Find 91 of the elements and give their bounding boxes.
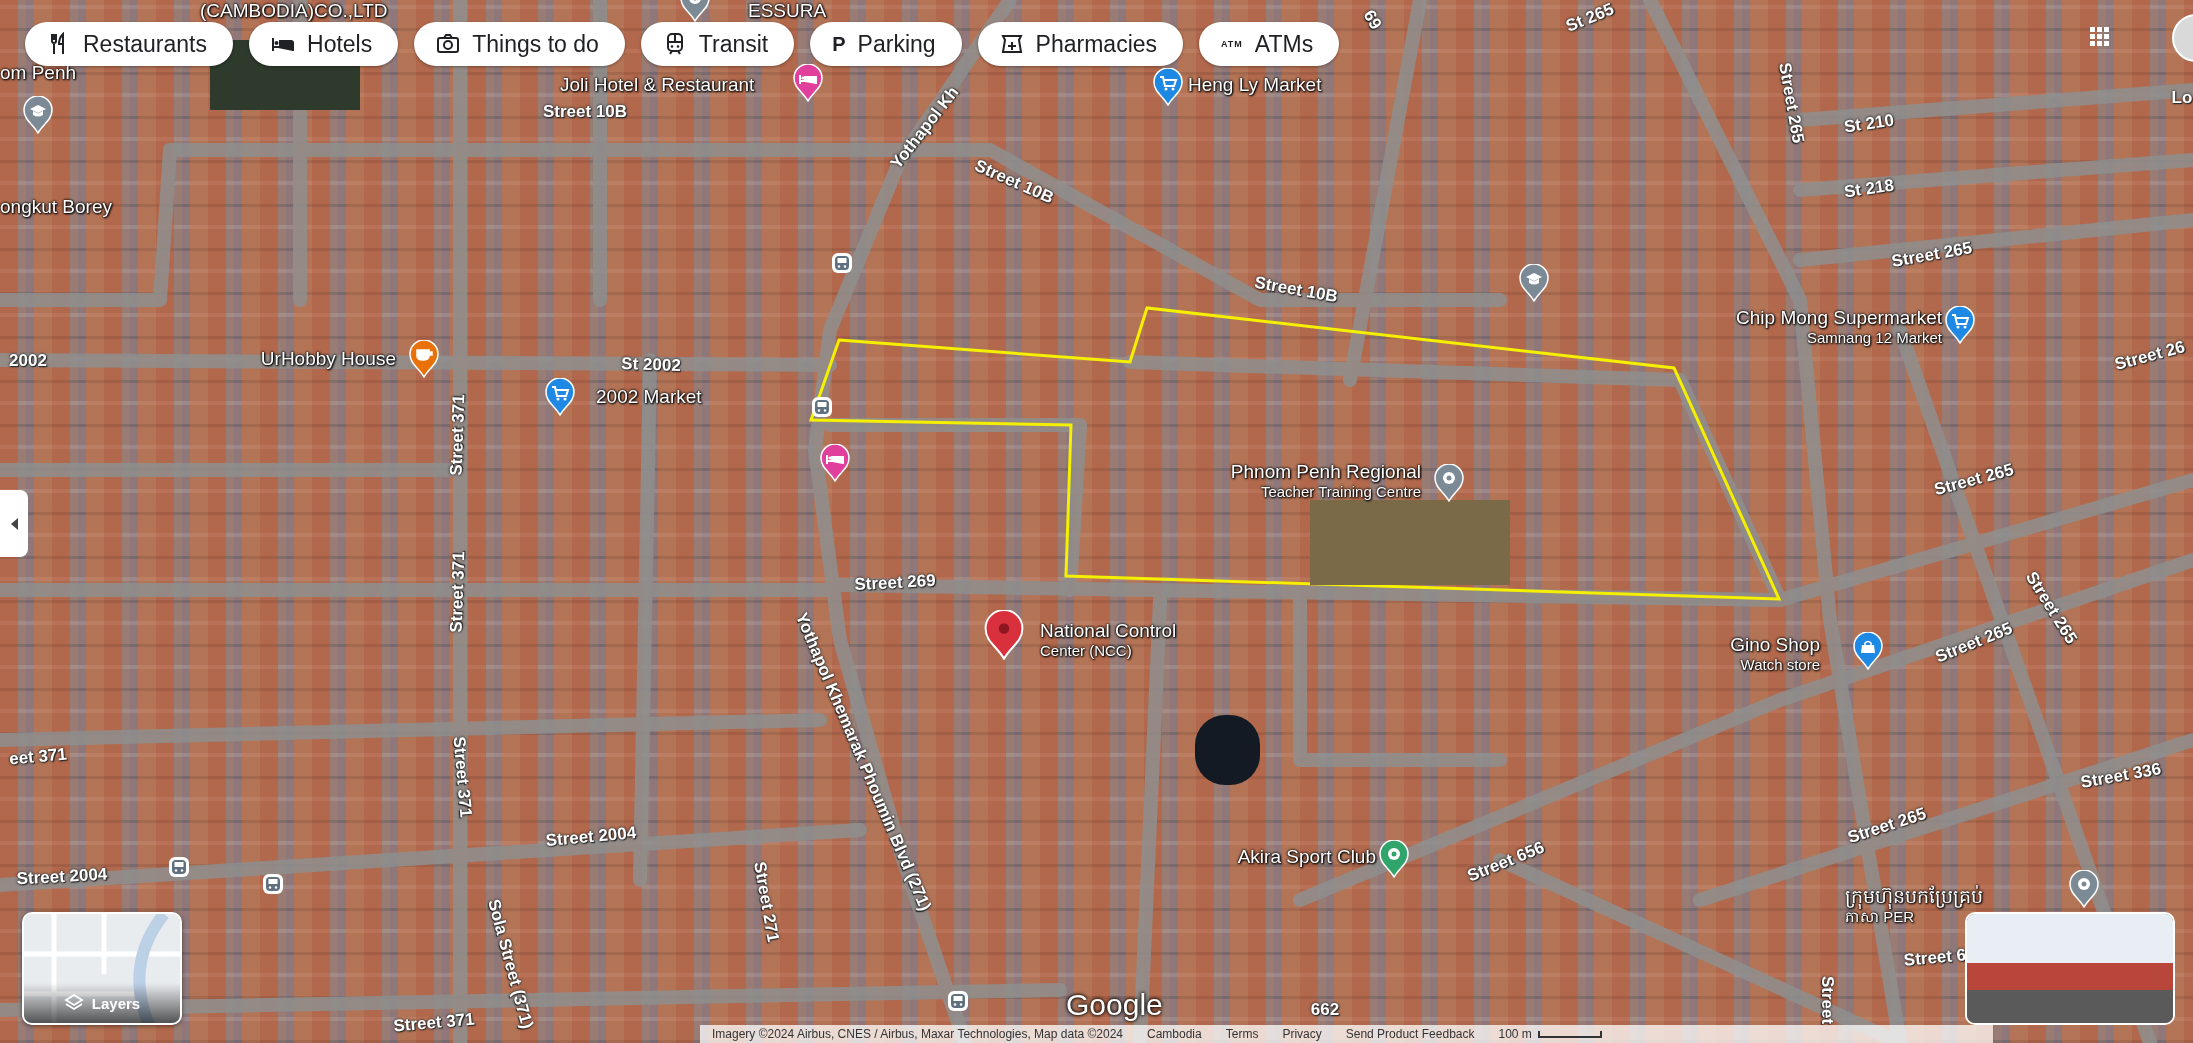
graduation-cap-pin-icon[interactable] <box>23 96 53 134</box>
street-label: St 2002 <box>620 353 682 377</box>
satellite-map-drawing[interactable] <box>0 0 2193 1043</box>
category-chip[interactable]: Restaurants <box>25 22 233 66</box>
street-label: St 265 <box>1563 0 1617 37</box>
street-label: Street 10B <box>542 102 628 122</box>
street-label: 662 <box>1310 1000 1340 1020</box>
layers-button[interactable]: Layers <box>22 912 182 1025</box>
street-label: 69 <box>1358 6 1386 34</box>
place-name[interactable]: Akira Sport Club <box>1237 846 1376 867</box>
coffee-cup-pin-icon[interactable] <box>409 340 439 378</box>
apps-grid-icon[interactable] <box>2090 27 2109 46</box>
bed-pin-icon[interactable] <box>793 64 823 102</box>
category-chip[interactable]: Hotels <box>249 22 399 66</box>
google-logo: Google <box>1066 988 1163 1022</box>
place-name[interactable]: 2002 Market <box>596 386 702 407</box>
street-label: eet 371 <box>8 744 68 770</box>
street-label: Street 336 <box>2079 759 2163 793</box>
place-name[interactable]: UrHobby House <box>260 348 396 369</box>
place-subtitle[interactable]: Samnang 12 Market <box>1806 328 1942 347</box>
street-label: Street 10B <box>1252 272 1340 308</box>
collapse-panel-button[interactable] <box>0 490 28 557</box>
bus-stop-icon[interactable] <box>811 396 833 418</box>
scale-label: 100 m <box>1498 1027 1532 1041</box>
category-chip[interactable]: Things to do <box>414 22 625 66</box>
street-label: St 218 <box>1842 175 1896 203</box>
place-name[interactable]: ESSURA <box>748 0 827 21</box>
street-label: Street 265 <box>1774 61 1808 145</box>
caret-left-icon <box>9 516 19 531</box>
place-name[interactable]: Chip Mong Supermarket <box>1736 307 1942 328</box>
bus-stop-icon[interactable] <box>947 990 969 1012</box>
street-label: Street <box>1817 975 1837 1025</box>
pond <box>1195 715 1260 785</box>
footer-link[interactable]: Privacy <box>1282 1027 1322 1041</box>
street-label: Street 371 <box>446 394 470 476</box>
place-name[interactable]: Heng Ly Market <box>1188 74 1322 95</box>
street-label: St 210 <box>1842 110 1896 138</box>
street-label: Street 269 <box>853 570 937 596</box>
location-pin-icon[interactable] <box>984 610 1024 660</box>
category-chip[interactable]: P Parking <box>810 22 962 66</box>
place-name[interactable]: ក្រុមហ៊ុនបកប្រែគ្រប់ <box>1845 886 1983 907</box>
street-label: Street 6 <box>1903 945 1967 971</box>
shopping-cart-pin-icon[interactable] <box>1153 68 1183 106</box>
street-label: Street 2004 <box>16 864 108 890</box>
location-pin-icon[interactable] <box>2069 870 2099 908</box>
bus-stop-icon[interactable] <box>262 873 284 895</box>
footer-link[interactable]: Cambodia <box>1147 1027 1202 1041</box>
street-label: Street 265 <box>1932 618 2016 668</box>
place-subtitle[interactable]: Center (NCC) <box>1040 641 1132 660</box>
camera-icon <box>436 32 461 56</box>
layers-icon <box>63 993 84 1013</box>
bed-pin-icon[interactable] <box>820 444 850 482</box>
shopping-bag-pin-icon[interactable] <box>1853 632 1883 670</box>
place-name[interactable]: (CAMBODIA)CO.,LTD <box>200 0 388 21</box>
chip-glyph-icon: ATM <box>1221 39 1243 49</box>
street-label: Street 371 <box>446 551 470 633</box>
place-name[interactable]: Phnom Penh Regional <box>1230 461 1421 482</box>
bus-stop-icon[interactable] <box>831 252 853 274</box>
place-name[interactable]: ongkut Borey <box>0 196 112 217</box>
street-label: Street 265 <box>1932 459 2016 501</box>
medical-kit-icon <box>999 32 1024 56</box>
category-chip[interactable]: ATM ATMs <box>1199 22 1340 66</box>
attribution-text: Imagery ©2024 Airbus, CNES / Airbus, Maxar Technologies, Map data ©2024 <box>712 1027 1123 1041</box>
bus-stop-icon[interactable] <box>168 856 190 878</box>
place-name[interactable]: Joli Hotel & Restaurant <box>560 74 755 95</box>
street-label: Street 26 <box>2112 337 2188 375</box>
street-label: 2002 <box>9 351 47 371</box>
street-label: Street 271 <box>749 860 783 944</box>
category-chip[interactable]: Transit <box>640 22 795 66</box>
street-label: Street 2004 <box>544 823 638 851</box>
street-label: Sola Street (371) <box>483 897 537 1031</box>
street-label: Street 371 <box>448 735 476 819</box>
street-label: Lo <box>2171 88 2193 108</box>
chip-glyph-icon: P <box>832 32 846 56</box>
graduation-cap-pin-icon[interactable] <box>1519 264 1549 302</box>
place-name[interactable]: National Control <box>1040 620 1177 641</box>
footer-link[interactable]: Send Product Feedback <box>1345 1027 1475 1041</box>
location-pin-icon[interactable] <box>1379 840 1409 878</box>
street-label: Street 265 <box>1890 238 1974 272</box>
category-chip[interactable]: Pharmacies <box>977 22 1184 66</box>
shopping-cart-pin-icon[interactable] <box>545 378 575 416</box>
scale-bar <box>1537 1030 1602 1038</box>
footer-link[interactable]: Terms <box>1225 1027 1259 1041</box>
street-label: Street 265 <box>1845 803 1929 849</box>
shopping-cart-pin-icon[interactable] <box>1945 306 1975 344</box>
place-subtitle[interactable]: Teacher Training Centre <box>1260 482 1421 501</box>
place-name[interactable]: Gino Shop <box>1730 634 1820 655</box>
street-label: Street 656 <box>1464 837 1548 887</box>
location-pin-icon[interactable] <box>1434 464 1464 502</box>
place-subtitle[interactable]: Watch store <box>1740 655 1820 674</box>
street-label: Street 371 <box>392 1009 476 1037</box>
